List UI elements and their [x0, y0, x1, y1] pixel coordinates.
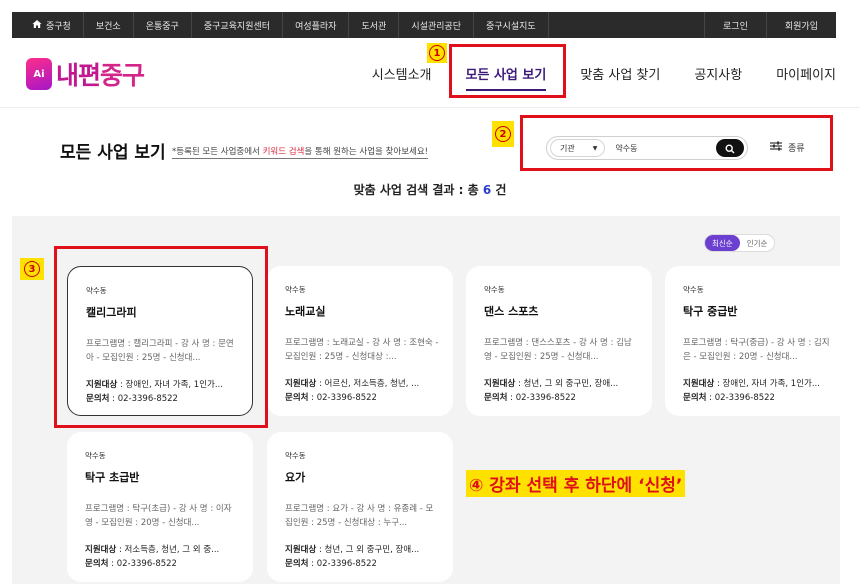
card-title: 요가 — [285, 471, 306, 484]
result-count: 6 — [482, 183, 492, 197]
topbar-link[interactable]: 여성플라자 — [283, 12, 350, 38]
card-contact: 문의처 : 02-3396-8522 — [285, 557, 377, 569]
card-title: 노래교실 — [285, 305, 326, 318]
subtitle-pre: *등록된 모든 사업중에서 — [172, 147, 263, 157]
logo-badge: Ai — [26, 58, 52, 90]
card-target-label: 지원대상 — [484, 379, 516, 389]
card-target: 지원대상 : 어르신, 저소득층, 청년, ... — [285, 377, 439, 389]
result-pre: 맞춤 사업 검색 결과 : 총 — [353, 183, 483, 197]
annotation-note: ④ 강좌 선택 후 하단에 ‘신청’ — [466, 470, 686, 497]
page-title: 모든 사업 보기 — [60, 143, 166, 163]
annotation-box-3 — [54, 246, 268, 428]
page-subtitle: *등록된 모든 사업중에서 키워드 검색을 통해 원하는 사업을 찾아보세요! — [172, 145, 429, 159]
program-card[interactable]: 약수동 탁구 중급반 프로그램명 : 탁구(중급) - 강 사 명 : 김지은 … — [665, 266, 851, 416]
card-target: 지원대상 : 청년, 그 외 중구민, 장애... — [285, 543, 439, 555]
card-region: 약수동 — [285, 285, 306, 294]
card-target-label: 지원대상 — [85, 545, 117, 555]
card-target-value: : 저소득층, 청년, 그 외 중... — [116, 545, 220, 555]
sort-toggle: 최신순 인기순 — [704, 234, 776, 252]
annotation-marker-2: 2 — [492, 121, 514, 147]
annotation-box-1 — [449, 44, 566, 98]
program-card[interactable]: 약수동 노래교실 프로그램명 : 노래교실 - 강 사 명 : 조현숙 - 모집… — [267, 266, 453, 416]
card-target-value: : 청년, 그 외 중구민, 장애... — [515, 379, 619, 389]
card-contact: 문의처 : 02-3396-8522 — [484, 391, 576, 403]
card-contact-value: : 02-3396-8522 — [308, 559, 377, 569]
card-target-value: : 장애인, 자녀 가족, 1인가... — [714, 379, 820, 389]
nav-system-intro[interactable]: 시스템소개 — [372, 64, 432, 83]
site-logo[interactable]: Ai 내편중구 — [26, 56, 145, 92]
card-target: 지원대상 : 청년, 그 외 중구민, 장애... — [484, 377, 638, 389]
card-target-label: 지원대상 — [285, 379, 317, 389]
result-summary: 맞춤 사업 검색 결과 : 총 6 건 — [0, 181, 860, 198]
signup-link[interactable]: 회원가입 — [765, 12, 836, 38]
top-utility-bar: 중구청 보건소 온통중구 중구교육지원센터 여성플라자 도서관 시설관리공단 중… — [12, 12, 836, 38]
card-contact-value: : 02-3396-8522 — [507, 393, 576, 403]
card-contact: 문의처 : 02-3396-8522 — [683, 391, 775, 403]
card-title: 댄스 스포츠 — [484, 305, 539, 318]
marker-circle: 3 — [24, 261, 40, 277]
topbar-link[interactable]: 도서관 — [349, 12, 400, 38]
nav-custom-search[interactable]: 맞춤 사업 찾기 — [580, 64, 660, 83]
card-region: 약수동 — [285, 451, 306, 460]
marker-circle: 2 — [495, 126, 511, 142]
login-link[interactable]: 로그인 — [704, 12, 766, 38]
home-link[interactable]: 중구청 — [12, 12, 84, 38]
card-contact-value: : 02-3396-8522 — [706, 393, 775, 403]
topbar-link[interactable]: 중구시설지도 — [474, 12, 549, 38]
result-post: 건 — [491, 183, 507, 197]
card-description: 프로그램명 : 노래교실 - 강 사 명 : 조현숙 - 모집인원 : 25명 … — [285, 338, 439, 362]
card-description: 프로그램명 : 댄스스포츠 - 강 사 명 : 김남영 - 모집인원 : 25명… — [484, 338, 632, 362]
card-contact-label: 문의처 — [683, 393, 707, 403]
card-description: 프로그램명 : 요가 - 강 사 명 : 유종례 - 모집인원 : 25명 - … — [285, 504, 434, 528]
sort-latest[interactable]: 최신순 — [705, 235, 740, 251]
program-card[interactable]: 약수동 요가 프로그램명 : 요가 - 강 사 명 : 유종례 - 모집인원 :… — [267, 432, 453, 582]
card-description: 프로그램명 : 탁구(중급) - 강 사 명 : 김지은 - 모집인원 : 20… — [683, 338, 830, 362]
topbar-link[interactable]: 온통중구 — [134, 12, 192, 38]
card-contact-label: 문의처 — [285, 393, 309, 403]
nav-notices[interactable]: 공지사항 — [694, 64, 742, 83]
logo-text-part2: 중구 — [100, 61, 145, 90]
subtitle-post: 을 통해 원하는 사업을 찾아보세요! — [304, 147, 429, 157]
topbar-link[interactable]: 중구교육지원센터 — [192, 12, 284, 38]
card-title: 탁구 중급반 — [683, 305, 738, 318]
card-description: 프로그램명 : 탁구(초급) - 강 사 명 : 이자영 - 모집인원 : 20… — [85, 504, 232, 528]
card-contact-label: 문의처 — [285, 559, 309, 569]
nav-my-page[interactable]: 마이페이지 — [776, 64, 836, 83]
card-contact: 문의처 : 02-3396-8522 — [285, 391, 377, 403]
card-contact-label: 문의처 — [85, 559, 109, 569]
annotation-marker-3: 3 — [20, 258, 44, 280]
card-target-label: 지원대상 — [285, 545, 317, 555]
sort-popular[interactable]: 인기순 — [740, 235, 775, 251]
card-region: 약수동 — [484, 285, 505, 294]
card-target: 지원대상 : 장애인, 자녀 가족, 1인가... — [683, 377, 837, 389]
program-card[interactable]: 약수동 탁구 초급반 프로그램명 : 탁구(초급) - 강 사 명 : 이자영 … — [67, 432, 253, 582]
program-card[interactable]: 약수동 댄스 스포츠 프로그램명 : 댄스스포츠 - 강 사 명 : 김남영 -… — [466, 266, 652, 416]
annotation-marker-1: 1 — [427, 43, 447, 63]
card-region: 약수동 — [85, 451, 106, 460]
card-region: 약수동 — [683, 285, 704, 294]
annotation-box-2 — [520, 115, 833, 171]
card-target-value: : 어르신, 저소득층, 청년, ... — [316, 379, 420, 389]
card-contact-label: 문의처 — [484, 393, 508, 403]
card-target-label: 지원대상 — [683, 379, 715, 389]
subtitle-highlight: 키워드 검색 — [262, 147, 305, 157]
home-link-label: 중구청 — [46, 21, 71, 32]
topbar-auth: 로그인 회원가입 — [704, 12, 836, 38]
card-title: 탁구 초급반 — [85, 471, 140, 484]
card-target: 지원대상 : 저소득층, 청년, 그 외 중... — [85, 543, 239, 555]
main-nav: 시스템소개 모든 사업 보기 맞춤 사업 찾기 공지사항 마이페이지 — [372, 64, 836, 91]
logo-text: 내편중구 — [56, 56, 145, 92]
logo-text-part1: 내편 — [56, 61, 101, 90]
card-contact: 문의처 : 02-3396-8522 — [85, 557, 177, 569]
card-contact-value: : 02-3396-8522 — [308, 393, 377, 403]
card-target-value: : 청년, 그 외 중구민, 장애... — [316, 545, 420, 555]
card-contact-value: : 02-3396-8522 — [108, 559, 177, 569]
topbar-link[interactable]: 시설관리공단 — [399, 12, 474, 38]
home-icon — [32, 19, 42, 32]
marker-circle: 1 — [429, 45, 445, 61]
topbar-link[interactable]: 보건소 — [84, 12, 134, 38]
